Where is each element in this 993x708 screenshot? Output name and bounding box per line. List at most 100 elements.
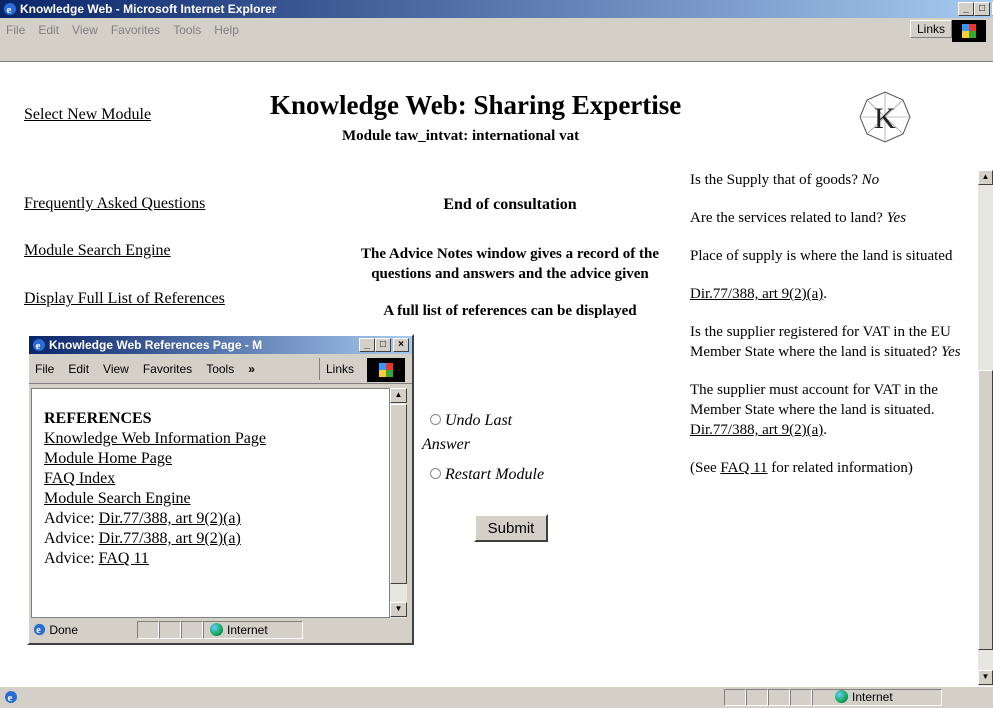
note-q2: Are the services related to land? Yes xyxy=(690,208,977,228)
references-list: REFERENCES Knowledge Web Information Pag… xyxy=(31,388,390,618)
q1-text: Is the Supply that of goods? xyxy=(690,172,858,188)
popup-scrollbar[interactable]: ▲ ▼ xyxy=(390,388,407,618)
popup-menu-file[interactable]: File xyxy=(35,362,54,376)
popup-menu-view[interactable]: View xyxy=(103,362,129,376)
main-menubar: File Edit View Favorites Tools Help Link… xyxy=(0,18,993,62)
globe-icon xyxy=(210,623,223,636)
restart-module-option[interactable]: Restart Module xyxy=(430,466,544,484)
see-prefix: (See xyxy=(690,460,717,476)
undo-last-answer-option[interactable]: Undo Last xyxy=(430,412,512,430)
note-q3: Is the supplier registered for VAT in th… xyxy=(690,322,977,362)
scroll-down-arrow-icon[interactable]: ▼ xyxy=(978,670,993,685)
scroll-thumb[interactable] xyxy=(978,370,993,650)
main-window-title: Knowledge Web - Microsoft Internet Explo… xyxy=(20,2,277,16)
svg-text:e: e xyxy=(36,625,41,636)
a2-text: Yes xyxy=(886,210,907,226)
minimize-button[interactable]: _ xyxy=(958,2,974,16)
popup-close-button[interactable]: × xyxy=(393,338,409,352)
windows-logo-throbber xyxy=(952,20,986,42)
maximize-button[interactable]: □ xyxy=(974,2,990,16)
status-cell xyxy=(746,689,768,706)
svg-text:e: e xyxy=(8,692,13,704)
ie-page-icon: e xyxy=(33,623,46,636)
ref2-link[interactable]: Dir.77/388, art 9(2)(a) xyxy=(690,422,823,438)
ref-advice-row: Advice: Dir.77/388, art 9(2)(a) xyxy=(44,529,389,549)
links-button[interactable]: Links xyxy=(910,20,953,38)
ref-advice-link[interactable]: Dir.77/388, art 9(2)(a) xyxy=(99,530,241,547)
menu-overflow-chevron-icon[interactable]: » xyxy=(248,362,255,376)
popup-titlebar[interactable]: e Knowledge Web References Page - M _ □ … xyxy=(29,336,412,354)
ref-module-home-link[interactable]: Module Home Page xyxy=(44,449,389,469)
references-heading: REFERENCES xyxy=(44,410,152,427)
popup-minimize-button[interactable]: _ xyxy=(359,338,375,352)
full-list-text: A full list of references can be display… xyxy=(383,303,637,319)
done-label: Done xyxy=(49,623,79,637)
popup-scroll-thumb[interactable] xyxy=(390,404,407,584)
ref-search-engine-link[interactable]: Module Search Engine xyxy=(44,489,389,509)
q3-text: Is the supplier registered for VAT in th… xyxy=(690,324,951,360)
note-statement1: Place of supply is where the land is sit… xyxy=(690,248,953,264)
ref-advice-row: Advice: FAQ 11 xyxy=(44,549,389,569)
globe-icon xyxy=(835,690,848,703)
ref-advice-link[interactable]: Dir.77/388, art 9(2)(a) xyxy=(99,510,241,527)
popup-menu-edit[interactable]: Edit xyxy=(68,362,89,376)
menu-help[interactable]: Help xyxy=(214,23,239,37)
undo-radio[interactable] xyxy=(430,414,441,425)
popup-menu-favorites[interactable]: Favorites xyxy=(143,362,192,376)
status-cell xyxy=(181,621,203,639)
consultation-panel: End of consultation The Advice Notes win… xyxy=(360,196,660,322)
note-statement2: The supplier must account for VAT in the… xyxy=(690,382,938,438)
ie-page-icon: e xyxy=(5,691,17,704)
a1-text: No xyxy=(861,172,880,188)
select-new-module-link[interactable]: Select New Module xyxy=(24,106,151,124)
status-cell xyxy=(137,621,159,639)
status-cell xyxy=(724,689,746,706)
faq-11-link[interactable]: FAQ 11 xyxy=(720,460,767,476)
internet-zone: Internet xyxy=(812,689,942,706)
menu-favorites[interactable]: Favorites xyxy=(111,23,160,37)
ref-advice-link[interactable]: FAQ 11 xyxy=(99,550,149,567)
menu-file[interactable]: File xyxy=(6,23,25,37)
windows-logo-icon xyxy=(962,24,976,38)
main-window-titlebar[interactable]: e Knowledge Web - Microsoft Internet Exp… xyxy=(0,0,993,18)
status-cell xyxy=(790,689,812,706)
right-frame-scrollbar[interactable]: ▲ ▼ xyxy=(978,170,993,686)
page-title: Knowledge Web: Sharing Expertise xyxy=(270,90,682,120)
ref1-link[interactable]: Dir.77/388, art 9(2)(a) xyxy=(690,286,823,302)
popup-menu-tools[interactable]: Tools xyxy=(206,362,234,376)
scroll-up-arrow-icon[interactable]: ▲ xyxy=(978,170,993,185)
windows-logo-icon xyxy=(379,363,393,377)
undo-label: Undo Last xyxy=(445,412,513,429)
nav-search-engine-link[interactable]: Module Search Engine xyxy=(24,242,171,260)
restart-label: Restart Module xyxy=(445,466,545,483)
ref-info-page-link[interactable]: Knowledge Web Information Page xyxy=(44,429,389,449)
status-cell xyxy=(768,689,790,706)
svg-text:K: K xyxy=(874,102,896,135)
menu-tools[interactable]: Tools xyxy=(173,23,201,37)
popup-maximize-button[interactable]: □ xyxy=(375,338,391,352)
nav-faq-link[interactable]: Frequently Asked Questions xyxy=(24,195,205,213)
ref-faq-index-link[interactable]: FAQ Index xyxy=(44,469,389,489)
restart-radio[interactable] xyxy=(430,468,441,479)
popup-title: Knowledge Web References Page - M xyxy=(49,338,263,352)
references-popup-window[interactable]: e Knowledge Web References Page - M _ □ … xyxy=(27,334,414,645)
ref-advice-row: Advice: Dir.77/388, art 9(2)(a) xyxy=(44,509,389,529)
module-subtitle: Module taw_intvat: international vat xyxy=(342,128,580,144)
windows-logo-throbber xyxy=(367,358,405,382)
submit-button[interactable]: Submit xyxy=(474,514,548,542)
status-cell xyxy=(159,621,181,639)
scroll-down-arrow-icon[interactable]: ▼ xyxy=(390,602,407,617)
ie-icon: e xyxy=(4,3,16,16)
popup-links-button[interactable]: Links xyxy=(319,358,354,380)
menu-view[interactable]: View xyxy=(72,23,98,37)
end-of-consultation-heading: End of consultation xyxy=(443,196,577,213)
zone-label: Internet xyxy=(227,623,268,637)
nav-references-link[interactable]: Display Full List of References xyxy=(24,290,225,308)
ie-icon: e xyxy=(33,339,45,352)
menu-edit[interactable]: Edit xyxy=(38,23,59,37)
advice-prefix: Advice: xyxy=(44,510,95,527)
popup-menubar: File Edit View Favorites Tools » Links xyxy=(29,356,412,384)
knowledge-web-logo-icon: K xyxy=(859,91,911,143)
scroll-up-arrow-icon[interactable]: ▲ xyxy=(390,388,407,403)
a3-text: Yes xyxy=(941,344,961,360)
